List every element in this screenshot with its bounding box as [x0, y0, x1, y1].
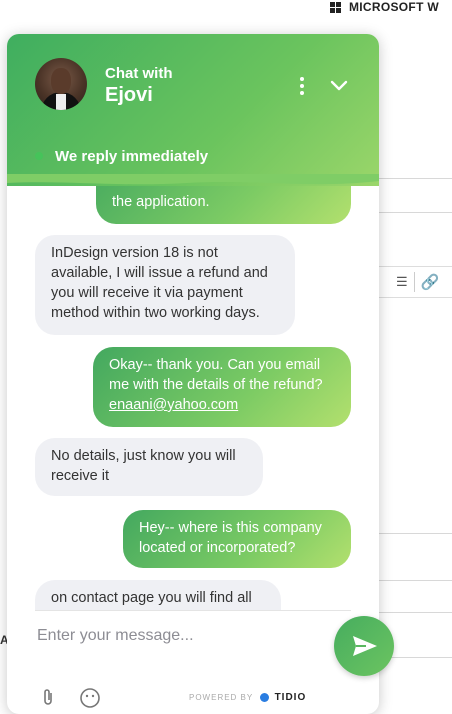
message-outgoing: Okay-- thank you. Can you email me with …: [93, 347, 351, 427]
numbered-list-icon[interactable]: ☰: [396, 274, 408, 290]
input-divider: [35, 610, 351, 611]
editor-toolbar: ☰ 🔗: [378, 266, 452, 298]
status-text: We reply immediately: [55, 147, 209, 165]
app-titlebar: MICROSOFT W: [330, 0, 452, 14]
toolbar-separator: [413, 272, 415, 292]
chat-with-label: Chat with: [105, 65, 173, 82]
link-icon[interactable]: 🔗: [421, 273, 440, 291]
email-link[interactable]: enaani@yahoo.com: [109, 397, 238, 413]
message-incoming: InDesign version 18 is not available, I …: [35, 235, 295, 335]
chevron-down-icon[interactable]: [327, 76, 351, 96]
send-button[interactable]: [334, 616, 394, 676]
divider: [378, 612, 452, 613]
brand-name: TIDIO: [274, 692, 307, 703]
chat-footer: POWERED BY TIDIO: [35, 682, 365, 712]
tidio-logo-icon: [260, 693, 270, 703]
online-status-icon: [35, 152, 43, 160]
divider: [378, 178, 452, 179]
divider: [378, 212, 452, 213]
windows-logo-icon: [330, 1, 341, 13]
more-options-icon[interactable]: [294, 76, 310, 98]
message-list: the application. InDesign version 18 is …: [7, 182, 379, 610]
powered-by: POWERED BY TIDIO: [189, 692, 307, 703]
header-wave: [7, 174, 379, 185]
emoji-icon[interactable]: [79, 687, 101, 709]
chat-header: Chat with Ejovi We reply immediately: [7, 34, 379, 186]
status-bar: We reply immediately: [7, 132, 379, 180]
app-title: MICROSOFT W: [349, 0, 439, 14]
avatar: [35, 58, 87, 110]
chat-widget: Chat with Ejovi We reply immediately the…: [7, 34, 379, 714]
message-incoming: on contact page you will find all: [35, 580, 281, 610]
message-incoming: No details, just know you will receive i…: [35, 438, 263, 496]
send-icon: [353, 636, 377, 656]
divider: [378, 580, 452, 581]
agent-name: Ejovi: [105, 84, 153, 106]
attachment-icon[interactable]: [41, 688, 55, 706]
divider: [378, 533, 452, 534]
message-input[interactable]: [35, 626, 329, 646]
message-outgoing: Hey-- where is this company located or i…: [123, 510, 351, 568]
